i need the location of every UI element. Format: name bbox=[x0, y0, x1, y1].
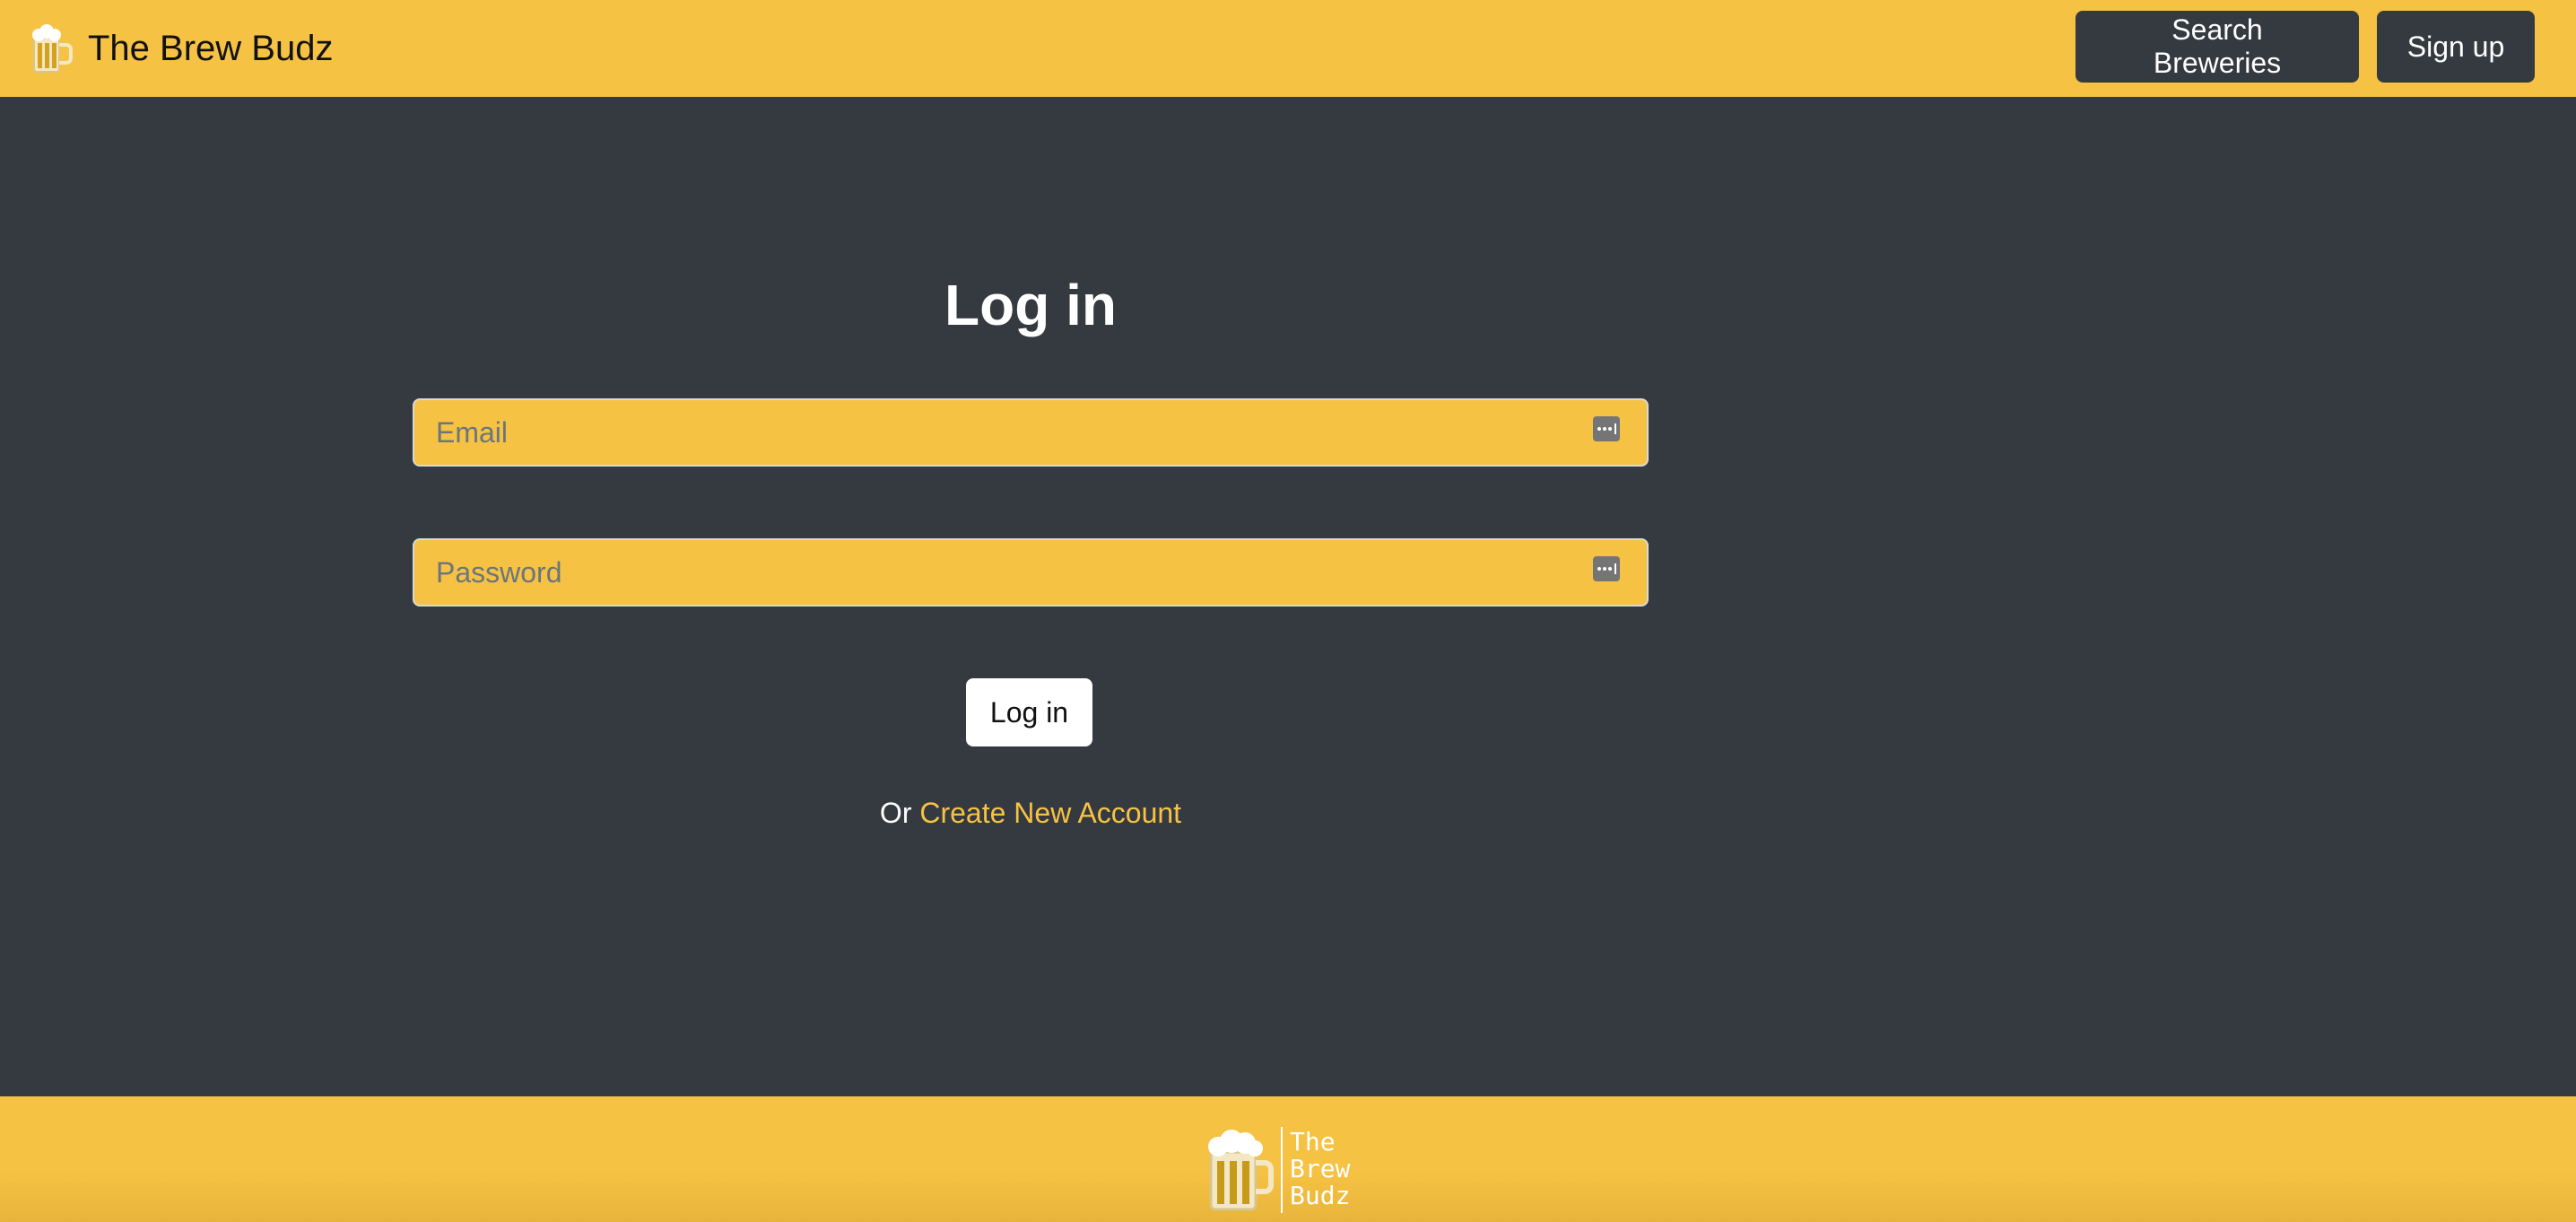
footer-logo-line: Brew bbox=[1290, 1154, 1351, 1183]
brand-link[interactable]: The Brew Budz bbox=[29, 22, 333, 75]
search-breweries-button[interactable]: Search Breweries bbox=[2076, 11, 2359, 83]
login-button[interactable]: Log in bbox=[966, 678, 1092, 746]
sign-up-button[interactable]: Sign up bbox=[2377, 11, 2535, 83]
brand-name: The Brew Budz bbox=[88, 28, 334, 68]
footer-divider bbox=[1281, 1127, 1283, 1213]
password-field-wrapper bbox=[413, 538, 1649, 607]
page-title: Log in bbox=[944, 273, 1117, 337]
footer: The Brew Budz bbox=[0, 1096, 2576, 1222]
password-field[interactable] bbox=[414, 540, 1647, 605]
footer-logo: The Brew Budz bbox=[1205, 1127, 1350, 1213]
create-account-line: Or Create New Account bbox=[413, 793, 1649, 833]
email-field-wrapper bbox=[413, 398, 1649, 467]
beer-mug-icon bbox=[1208, 1130, 1274, 1211]
alt-prefix-text: Or bbox=[879, 797, 920, 829]
email-field[interactable] bbox=[414, 400, 1647, 465]
footer-logo-line: The bbox=[1290, 1127, 1336, 1157]
password-manager-key-icon[interactable] bbox=[1593, 556, 1620, 581]
top-navbar: The Brew Budz Search Breweries Sign up bbox=[0, 0, 2576, 97]
footer-logo-text: The Brew Budz bbox=[1290, 1129, 1350, 1209]
beer-mug-icon bbox=[32, 24, 73, 73]
create-account-link[interactable]: Create New Account bbox=[919, 797, 1181, 829]
password-manager-key-icon[interactable] bbox=[1593, 416, 1620, 441]
footer-logo-line: Budz bbox=[1290, 1181, 1351, 1210]
